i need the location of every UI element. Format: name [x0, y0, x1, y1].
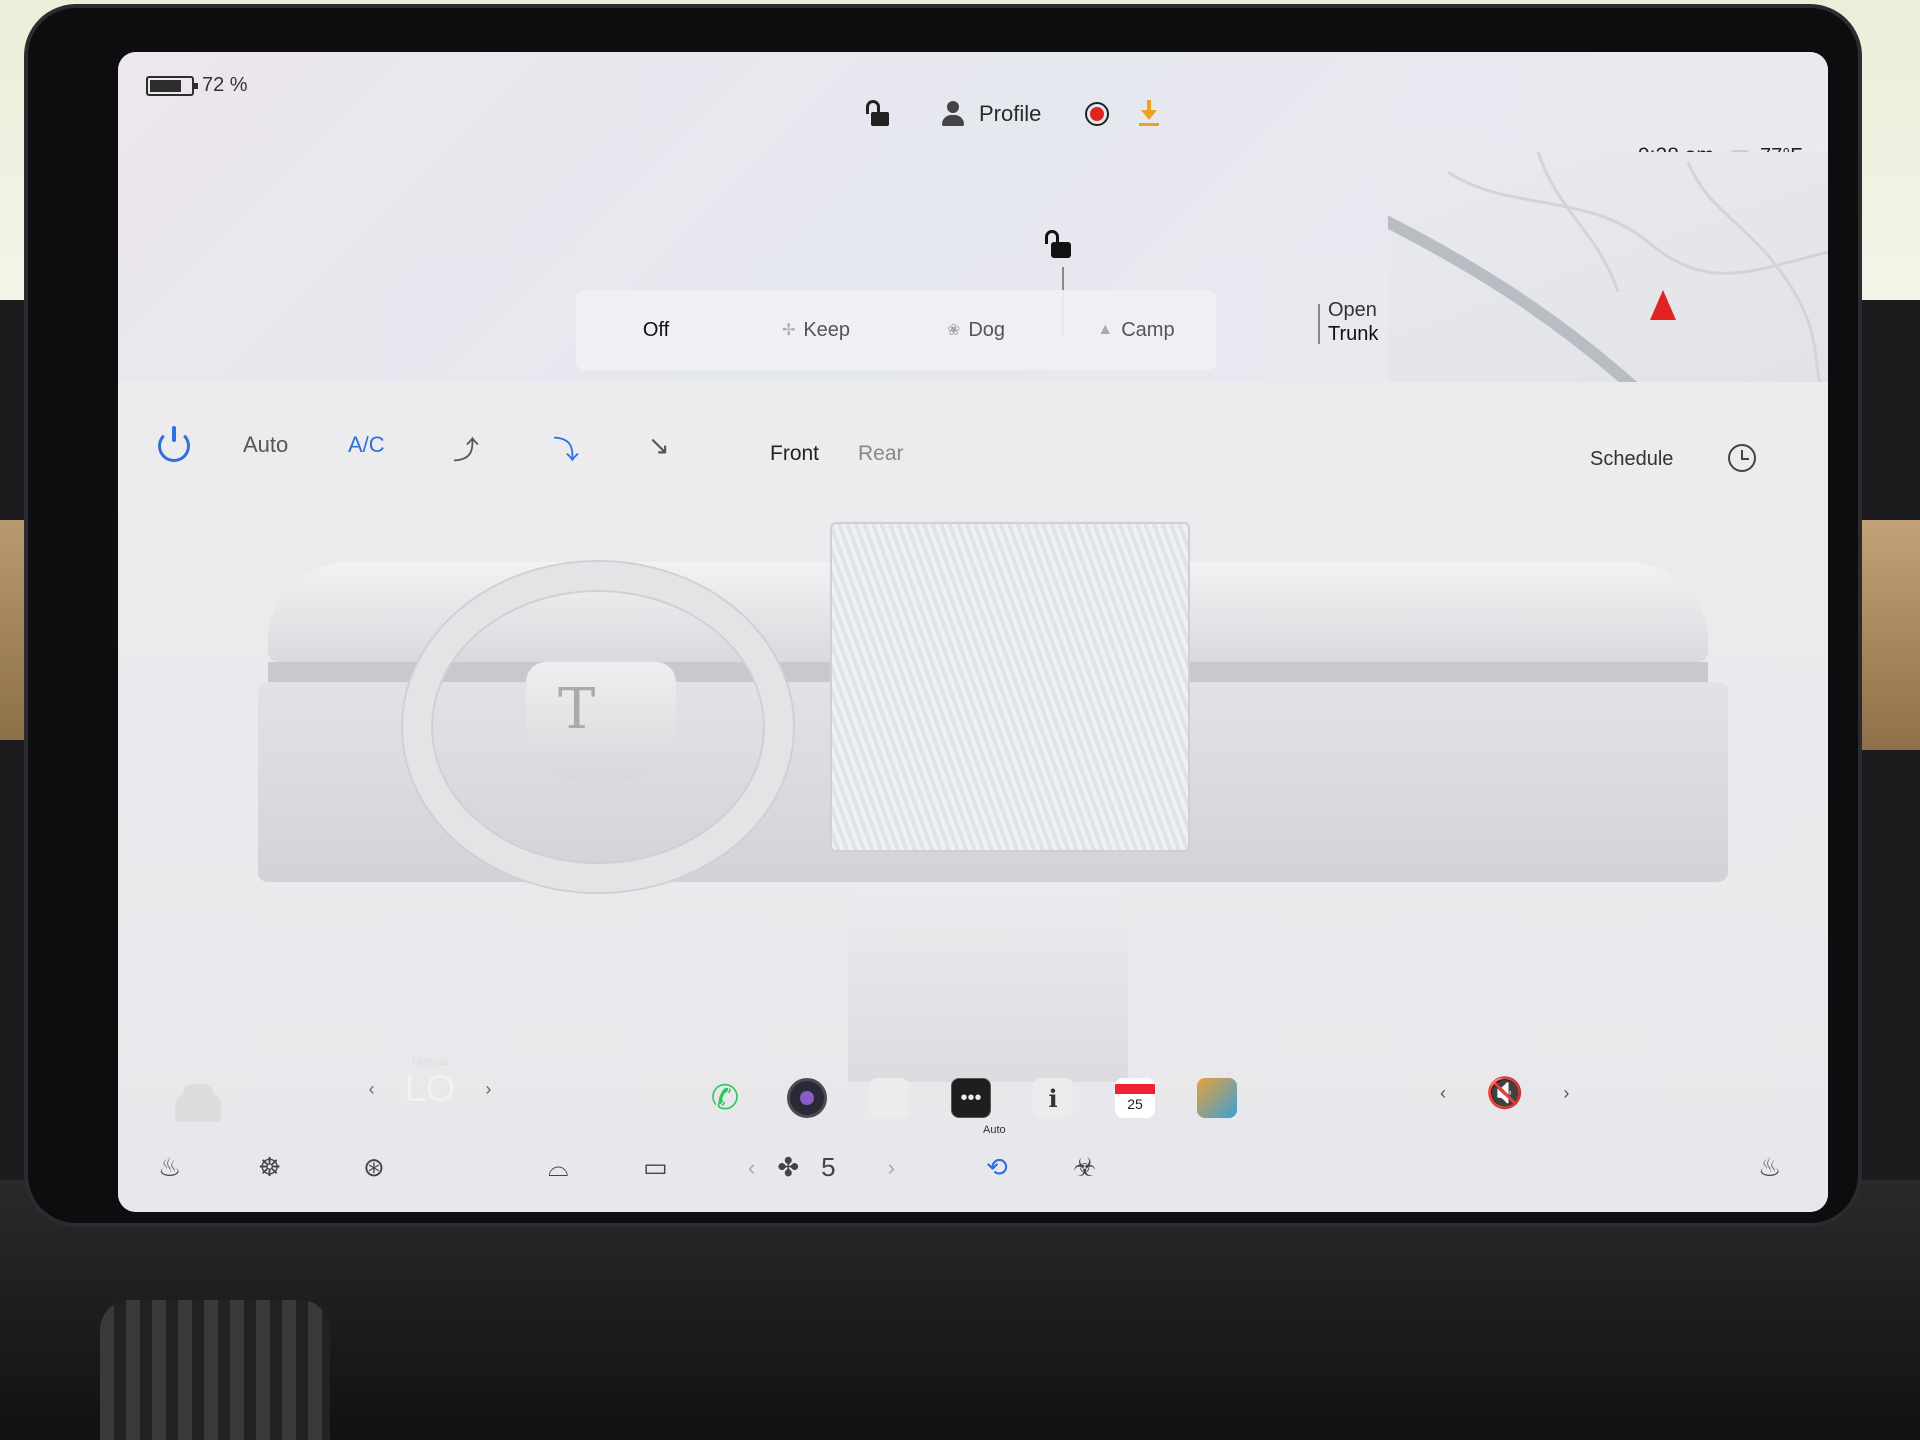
volume-muted-icon[interactable]: 🔇 [1486, 1076, 1523, 1111]
mode-keep[interactable]: ✢ Keep [736, 319, 896, 342]
calendar-day: 25 [1127, 1096, 1143, 1112]
display-bezel: 72 % Profile 9:28 am 77°F [28, 8, 1858, 1223]
toybox-icon[interactable] [1197, 1078, 1237, 1118]
trunk-text: Trunk [1328, 323, 1379, 345]
cabin-rendering: T [118, 522, 1828, 1082]
temp-control: ‹ LO › [360, 1068, 500, 1111]
calendar-header [1115, 1084, 1155, 1094]
schedule-button[interactable]: Schedule [1590, 448, 1673, 471]
mode-label: Off [642, 318, 670, 341]
tab-front[interactable]: Front [770, 442, 819, 466]
volume-increase-icon[interactable]: › [1563, 1083, 1569, 1104]
open-trunk-button[interactable]: Open Trunk [1328, 298, 1378, 346]
auto-button[interactable]: Auto [243, 432, 288, 458]
mode-camp[interactable]: ▲ Camp [1056, 319, 1216, 342]
battery-status: 72 % [146, 74, 248, 97]
paw-icon: ❀ [946, 322, 961, 339]
airflow-face-feet-icon[interactable]: ⤵ [553, 430, 579, 467]
profile-icon[interactable] [941, 101, 965, 127]
calendar-icon[interactable]: 25 [1115, 1078, 1155, 1118]
app-launcher: ✆ ••• i 25 [705, 1078, 1237, 1118]
mode-label: Keep [803, 318, 851, 341]
steering-hub [526, 662, 676, 782]
volume-decrease-icon[interactable]: ‹ [1440, 1083, 1446, 1104]
camera-icon[interactable] [787, 1078, 827, 1118]
profile-button[interactable]: Profile [979, 101, 1041, 127]
car-unlock-icon[interactable] [1043, 230, 1073, 260]
seat-heater-right-icon[interactable]: ♨ [1758, 1152, 1781, 1183]
trunk-open-text: Open [1328, 299, 1377, 321]
navigation-arrow-icon [1650, 290, 1676, 320]
touchscreen: 72 % Profile 9:28 am 77°F [118, 52, 1828, 1212]
driver-temperature: Manual ‹ LO › [360, 1056, 500, 1111]
taskbar: Manual ‹ LO › ✆ ••• i 25 ‹ 🔇 › [60, 1050, 1760, 1170]
fan-icon: ✢ [781, 322, 796, 339]
temp-value[interactable]: LO [405, 1068, 456, 1111]
mode-label: Dog [968, 318, 1006, 341]
battery-percent: 72 % [202, 74, 248, 96]
more-apps-icon[interactable]: ••• [951, 1078, 991, 1118]
trunk-pointer-line [1318, 304, 1320, 344]
notes-icon[interactable] [869, 1078, 909, 1118]
temp-increase-icon[interactable]: › [485, 1079, 491, 1100]
clock-icon[interactable] [1728, 444, 1756, 472]
mode-dog[interactable]: ❀ Dog [896, 319, 1056, 342]
tab-rear[interactable]: Rear [858, 442, 904, 466]
battery-icon [146, 75, 198, 96]
center-display-model [830, 522, 1190, 852]
airflow-face-icon[interactable]: ⤴ [453, 430, 479, 467]
tent-icon: ▲ [1097, 321, 1114, 338]
mode-off[interactable]: Off [576, 319, 736, 342]
airflow-feet-icon[interactable]: ↘ [648, 430, 670, 461]
temp-decrease-icon[interactable]: ‹ [369, 1079, 375, 1100]
lock-icon[interactable] [863, 100, 891, 128]
ac-button[interactable]: A/C [348, 432, 385, 458]
mode-label: Camp [1121, 318, 1175, 341]
top-status-bar: Profile [863, 100, 1161, 128]
temp-mode-label: Manual [411, 1056, 449, 1068]
power-icon[interactable] [158, 426, 190, 462]
tesla-logo: T [558, 677, 596, 742]
volume-control: ‹ 🔇 › [1440, 1076, 1569, 1111]
manual-info-icon[interactable]: i [1033, 1078, 1073, 1118]
dashcam-record-icon[interactable] [1085, 102, 1110, 126]
climate-controls-row: Auto A/C ⤴ ⤵ ↘ Front Rear Schedule [118, 424, 1828, 484]
phone-icon[interactable]: ✆ [705, 1078, 745, 1118]
download-icon[interactable] [1137, 100, 1161, 128]
climate-mode-selector: Off ✢ Keep ❀ Dog ▲ Camp [576, 290, 1216, 370]
car-icon[interactable] [175, 1084, 221, 1122]
pedal [100, 1300, 330, 1440]
